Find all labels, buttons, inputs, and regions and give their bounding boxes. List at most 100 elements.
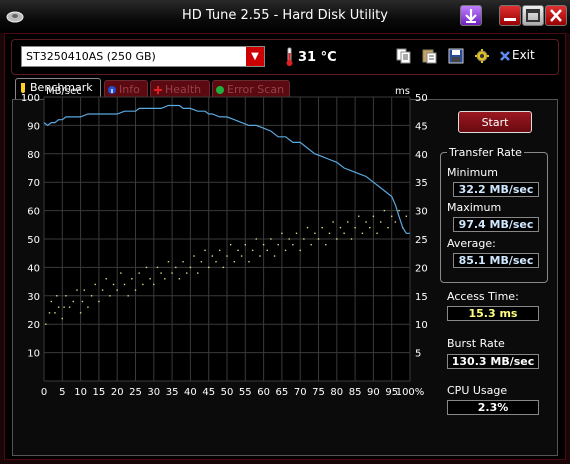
access-time-point — [160, 272, 162, 274]
minimize-button[interactable] — [499, 5, 521, 26]
access-time-point — [266, 249, 268, 252]
x-tick-label: 30 — [147, 387, 160, 398]
access-time-point — [222, 266, 225, 269]
access-time-point — [288, 238, 290, 240]
temperature-readout: 31 °C — [298, 50, 337, 65]
y-left-tick-label: 30 — [27, 292, 40, 303]
cpu-usage-label: CPU Usage — [447, 384, 508, 397]
access-time-point — [200, 261, 203, 263]
y-left-unit: MB/sec — [46, 86, 82, 97]
minimize-icon — [504, 18, 516, 21]
access-time-point — [229, 243, 232, 246]
access-time-point — [120, 272, 122, 274]
y-right-tick-label: 20 — [415, 263, 428, 274]
access-time-point — [167, 261, 170, 263]
access-time-point — [50, 300, 53, 303]
access-time-point — [350, 238, 353, 240]
y-right-tick-label: 40 — [415, 150, 428, 161]
access-time-point — [57, 306, 60, 308]
drive-select[interactable]: ST3250410AS (250 GB) ▼ — [21, 46, 265, 67]
access-time-point — [306, 226, 309, 229]
access-time-point — [273, 255, 276, 257]
benchmark-chart: MB/sec ms 0 5 10 15 20 25 30 35 40 45 50 55 60 65 70 75… — [10, 82, 430, 422]
access-time-point — [237, 249, 239, 252]
exit-button[interactable]: Exit — [512, 48, 535, 62]
access-time-point — [48, 312, 51, 314]
access-time-point — [262, 243, 265, 246]
access-time-point — [343, 232, 345, 235]
access-time-point — [233, 261, 236, 263]
x-tick-label: 35 — [166, 387, 179, 398]
options-icon[interactable] — [474, 48, 490, 64]
access-time-point — [79, 312, 82, 314]
access-time-point — [339, 226, 342, 229]
x-tick-label: 0 — [41, 387, 47, 398]
exit-icon[interactable] — [499, 50, 511, 62]
access-time-point — [321, 226, 323, 229]
start-button[interactable]: Start — [458, 111, 532, 133]
y-left-tick-label: 40 — [27, 263, 40, 274]
burst-rate-label: Burst Rate — [447, 337, 505, 350]
x-tick-label: 25 — [129, 387, 142, 398]
thermometer-icon — [286, 47, 293, 66]
access-time-point — [284, 249, 287, 252]
x-tick-label: 90 — [367, 387, 380, 398]
access-time-point — [182, 261, 184, 263]
transfer-rate-group: Transfer Rate Minimum 32.2 MB/sec Maximu… — [440, 146, 548, 283]
access-time-point — [164, 278, 166, 280]
title-bar[interactable]: HD Tune 2.55 - Hard Disk Utility — [0, 0, 570, 33]
access-time-point — [101, 289, 104, 291]
access-time-point — [310, 243, 312, 246]
x-tick-label: 80 — [330, 387, 343, 398]
y-left-tick-label: 50 — [27, 235, 40, 246]
y-right-tick-label: 35 — [415, 178, 428, 189]
access-time-point — [383, 209, 386, 212]
x-tick-label: 75 — [312, 387, 325, 398]
access-time-point — [123, 283, 126, 286]
access-time-point — [98, 300, 100, 303]
access-time-point — [186, 272, 188, 274]
access-time-point — [299, 249, 301, 252]
access-time-point — [72, 300, 74, 303]
access-time-point — [156, 266, 159, 269]
access-time-point — [295, 232, 298, 235]
cpu-usage-value: 2.3% — [447, 400, 539, 415]
access-time-point — [255, 238, 257, 240]
minimum-value: 32.2 MB/sec — [453, 182, 539, 197]
close-button[interactable] — [545, 5, 567, 26]
access-time-point — [131, 278, 133, 280]
toolbar: ST3250410AS (250 GB) ▼ 31 °C Exit — [11, 39, 559, 75]
access-time-point — [240, 255, 243, 257]
average-label: Average: — [447, 237, 496, 250]
access-time-point — [391, 215, 393, 217]
access-time-point — [211, 255, 214, 257]
access-time-point — [83, 289, 85, 291]
x-tick-label: 65 — [276, 387, 289, 398]
x-tick-label: 5 — [59, 387, 65, 398]
x-tick-label: 70 — [294, 387, 307, 398]
access-time-point — [354, 226, 356, 229]
x-tick-label: 15 — [93, 387, 106, 398]
x-tick-label: 50 — [221, 387, 234, 398]
access-time-point — [171, 272, 173, 274]
save-icon[interactable] — [448, 48, 464, 64]
y-right-tick-label: 5 — [415, 349, 421, 360]
maximize-button[interactable] — [522, 5, 544, 26]
access-time-point — [61, 317, 63, 320]
download-button[interactable] — [460, 5, 482, 26]
copy-icon[interactable] — [396, 48, 412, 64]
y-left-tick-label: 60 — [27, 207, 40, 218]
chevron-down-icon[interactable]: ▼ — [246, 47, 264, 66]
access-time-point — [218, 249, 221, 252]
access-time-point — [328, 232, 331, 235]
access-time-point — [175, 266, 177, 269]
access-time-point — [251, 249, 254, 252]
access-time-point — [127, 295, 129, 297]
y-right-tick-label: 25 — [415, 235, 428, 246]
y-left-tick-label: 90 — [27, 121, 40, 132]
access-time-point — [244, 243, 246, 246]
access-time-point — [134, 289, 137, 291]
access-time-point — [365, 221, 367, 223]
paste-icon[interactable] — [422, 48, 438, 64]
access-time-point — [105, 278, 107, 280]
